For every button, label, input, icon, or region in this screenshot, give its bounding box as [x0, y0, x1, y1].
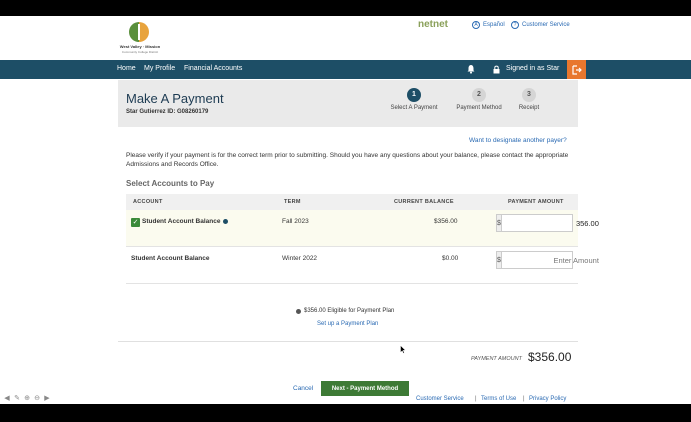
instructions-text: Please verify if your payment is for the… — [126, 152, 569, 168]
step-receipt: 3 Receipt — [494, 88, 564, 111]
account-checkbox[interactable]: ✓ — [131, 218, 140, 227]
term: Winter 2022 — [282, 255, 318, 262]
setup-payment-plan-link[interactable]: Set up a Payment Plan — [317, 321, 378, 327]
footer-separator: | — [475, 396, 477, 402]
designate-payer-link[interactable]: Want to designate another payer? — [469, 137, 567, 144]
payment-page: West Valley · Mission Community College … — [0, 16, 691, 404]
column-term: TERM — [284, 199, 301, 205]
column-account: ACCOUNT — [133, 199, 163, 205]
table-row: Student Account Balance Winter 2022 $0.0… — [126, 247, 604, 284]
sign-out-button[interactable] — [567, 60, 586, 79]
mouse-cursor-icon — [400, 345, 406, 354]
lock-icon — [493, 65, 500, 74]
customer-service-link-label: Customer Service — [522, 22, 570, 28]
divider — [118, 341, 578, 342]
section-heading: Select Accounts to Pay — [126, 179, 215, 188]
payment-plan-eligibility: $356.00 Eligible for Payment Plan — [296, 308, 394, 314]
main-navbar: Home My Profile Financial Accounts Signe… — [0, 60, 691, 79]
footer-terms-link[interactable]: Terms of Use — [481, 396, 516, 402]
step-select-payment: 1 Select A Payment — [379, 88, 449, 111]
total-label: PAYMENT AMOUNT — [471, 356, 522, 362]
info-icon[interactable] — [222, 218, 228, 224]
nav-financial-accounts[interactable]: Financial Accounts — [184, 65, 242, 72]
step-label: Select A Payment — [390, 105, 438, 111]
language-icon: A — [472, 21, 480, 29]
column-payment-amount: PAYMENT AMOUNT — [508, 199, 564, 205]
student-id: Star Gutierrez ID: G08260179 — [126, 109, 209, 115]
payment-plan-eligibility-text: $356.00 Eligible for Payment Plan — [304, 308, 395, 314]
signed-in-status: Signed in as Star — [506, 65, 560, 72]
payment-amount-field: $ — [496, 251, 604, 269]
page-title: Make A Payment — [126, 91, 224, 106]
college-logo-subtext: Community College District — [121, 50, 159, 54]
step-number: 2 — [472, 88, 486, 102]
partner-logo: netnet — [418, 19, 448, 30]
video-frame-top — [0, 0, 691, 16]
current-balance: $356.00 — [434, 218, 458, 225]
footer-separator: | — [523, 396, 525, 402]
footer-privacy-link[interactable]: Privacy Policy — [529, 396, 566, 402]
table-row: ✓ Student Account Balance Fall 2023 $356… — [126, 210, 604, 247]
step-number: 1 — [407, 88, 421, 102]
nav-my-profile[interactable]: My Profile — [144, 65, 175, 72]
college-logo-text: West Valley · Mission — [119, 44, 161, 49]
account-name: Student Account Balance — [142, 218, 228, 225]
college-logo[interactable]: West Valley · Mission Community College … — [118, 22, 162, 56]
total-value: $356.00 — [528, 350, 572, 364]
customer-service-link[interactable]: ? Customer Service — [511, 21, 570, 29]
payment-amount-field: $ — [496, 214, 604, 232]
current-balance: $0.00 — [442, 255, 459, 262]
espanol-link[interactable]: A Español — [472, 21, 505, 29]
column-current-balance: CURRENT BALANCE — [394, 199, 454, 205]
video-player-controls: ◀ ✎ ⊕ ⊖ ▶ — [0, 391, 60, 404]
college-logo-mark-icon — [129, 22, 149, 42]
espanol-link-label: Español — [483, 22, 505, 28]
footer-customer-service-link[interactable]: Customer Service — [416, 396, 464, 402]
nav-home[interactable]: Home — [117, 65, 136, 72]
step-number: 3 — [522, 88, 536, 102]
video-frame-bottom — [0, 404, 691, 422]
forward-arrow-icon[interactable]: ▶ — [43, 394, 51, 402]
page-header: Make A Payment Star Gutierrez ID: G08260… — [118, 80, 578, 127]
cancel-link[interactable]: Cancel — [293, 385, 313, 392]
step-label: Receipt — [518, 105, 540, 111]
sign-out-icon — [571, 64, 582, 75]
payment-amount-input[interactable] — [501, 252, 604, 268]
bell-icon[interactable] — [466, 64, 476, 74]
zoom-in-icon[interactable]: ⊕ — [23, 394, 31, 402]
account-name: Student Account Balance — [131, 255, 210, 262]
term: Fall 2023 — [282, 218, 309, 225]
back-arrow-icon[interactable]: ◀ — [3, 394, 11, 402]
payment-amount-input[interactable] — [501, 215, 604, 231]
zoom-out-icon[interactable]: ⊖ — [33, 394, 41, 402]
next-payment-method-button[interactable]: Next - Payment Method — [321, 381, 409, 396]
accounts-table-header: ACCOUNT TERM CURRENT BALANCE PAYMENT AMO… — [126, 194, 578, 210]
help-icon: ? — [511, 21, 519, 29]
pencil-icon[interactable]: ✎ — [13, 394, 21, 402]
info-icon — [296, 308, 301, 314]
